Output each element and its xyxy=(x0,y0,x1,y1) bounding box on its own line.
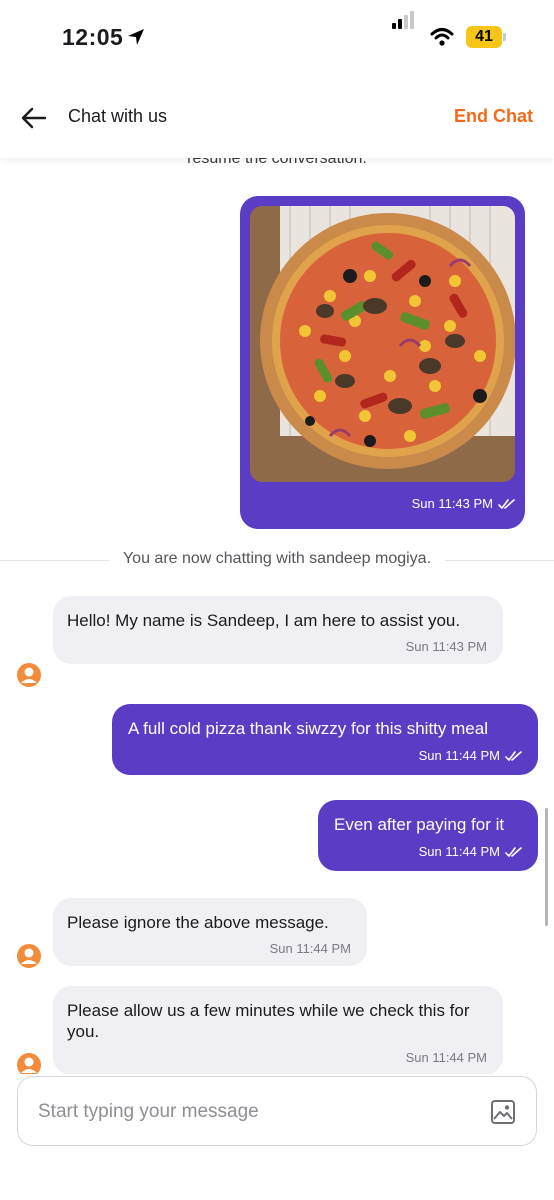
attach-image-icon[interactable] xyxy=(490,1099,516,1125)
outgoing-message[interactable]: A full cold pizza thank siwzzy for this … xyxy=(112,704,538,775)
message-meta: Sun 11:44 PM xyxy=(128,748,522,763)
message-time: Sun 11:44 PM xyxy=(269,941,351,956)
battery-level: 41 xyxy=(475,28,493,45)
page-title: Chat with us xyxy=(68,106,168,126)
message-time: Sun 11:43 PM xyxy=(405,639,487,654)
outgoing-message[interactable]: Even after paying for it Sun 11:44 PM xyxy=(318,800,538,871)
agent-avatar-icon xyxy=(17,1053,41,1074)
message-composer xyxy=(17,1076,537,1146)
end-chat-button[interactable]: End Chat xyxy=(454,106,533,127)
chat-thread[interactable]: resume the conversation. Sun 11:43 PM Yo… xyxy=(0,158,554,1074)
double-check-icon xyxy=(498,498,515,509)
double-check-icon xyxy=(505,846,522,857)
battery-nub xyxy=(503,33,506,41)
system-message: You are now chatting with sandeep mogiya… xyxy=(0,550,554,568)
agent-avatar-icon xyxy=(17,663,41,687)
message-text: A full cold pizza thank siwzzy for this … xyxy=(128,719,488,738)
outgoing-image-message[interactable]: Sun 11:43 PM xyxy=(240,196,525,529)
battery-icon: 41 xyxy=(466,26,502,48)
incoming-message[interactable]: Please allow us a few minutes while we c… xyxy=(53,986,503,1074)
message-meta: Sun 11:44 PM xyxy=(334,844,522,859)
message-text: Please ignore the above message. xyxy=(67,913,329,932)
system-message-text: You are now chatting with sandeep mogiya… xyxy=(108,550,446,567)
message-meta: Sun 11:43 PM xyxy=(412,496,515,511)
chat-scrollbar[interactable] xyxy=(545,808,548,926)
incoming-message[interactable]: Please ignore the above message. Sun 11:… xyxy=(53,898,367,966)
wifi-icon xyxy=(430,28,454,46)
pizza-photo[interactable] xyxy=(250,206,515,482)
location-arrow-icon xyxy=(128,29,144,45)
status-time: 12:05 xyxy=(62,24,124,50)
cut-off-notice: resume the conversation. xyxy=(42,158,512,170)
message-text: Please allow us a few minutes while we c… xyxy=(67,1001,470,1041)
double-check-icon xyxy=(505,750,522,761)
message-input[interactable] xyxy=(38,1097,468,1127)
chat-header: Chat with us End Chat xyxy=(0,76,554,158)
message-time: Sun 11:44 PM xyxy=(405,1050,487,1065)
agent-avatar-icon xyxy=(17,944,41,968)
message-text: Even after paying for it xyxy=(334,815,505,834)
back-arrow-icon[interactable] xyxy=(20,104,48,132)
incoming-message[interactable]: Hello! My name is Sandeep, I am here to … xyxy=(53,596,503,664)
message-time: Sun 11:44 PM xyxy=(418,748,500,763)
message-time: Sun 11:43 PM xyxy=(411,496,493,511)
status-bar: 12:05 41 xyxy=(0,0,554,76)
message-time: Sun 11:44 PM xyxy=(418,844,500,859)
message-text: Hello! My name is Sandeep, I am here to … xyxy=(67,611,461,630)
